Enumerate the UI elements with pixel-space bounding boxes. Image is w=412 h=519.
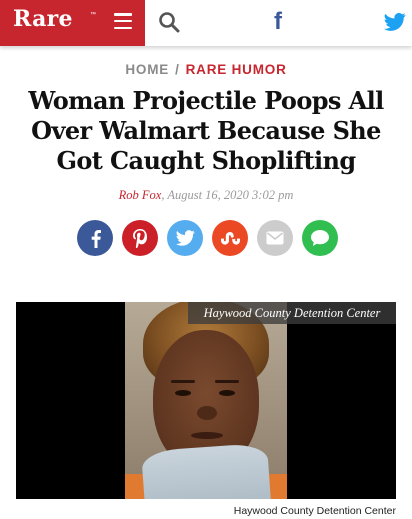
author-link[interactable]: Rob Fox xyxy=(119,188,162,202)
logo-trademark: ™ xyxy=(90,12,96,18)
image-caption-overlay: Haywood County Detention Center xyxy=(188,302,396,324)
facebook-share-button[interactable] xyxy=(77,220,113,256)
pinterest-share-button[interactable] xyxy=(122,220,158,256)
twitter-share-button[interactable] xyxy=(167,220,203,256)
facebook-icon xyxy=(91,230,101,248)
image-credit: Haywood County Detention Center xyxy=(233,505,396,517)
site-logo[interactable]: Rare xyxy=(13,6,73,32)
share-buttons xyxy=(77,220,338,256)
mugshot-photo xyxy=(125,302,287,499)
twitter-bird-icon[interactable] xyxy=(384,12,406,32)
email-share-button[interactable] xyxy=(257,220,293,256)
hamburger-menu-icon[interactable] xyxy=(114,13,132,29)
breadcrumb-separator: / xyxy=(175,62,180,77)
pinterest-icon xyxy=(133,229,147,248)
article-headline: Woman Projectile Poops All Over Walmart … xyxy=(28,86,384,175)
twitter-icon xyxy=(175,230,195,246)
search-icon[interactable] xyxy=(158,11,180,33)
breadcrumb-category-link[interactable]: RARE HUMOR xyxy=(186,62,287,77)
breadcrumb-home-link[interactable]: HOME xyxy=(125,62,169,77)
breadcrumb: HOME / RARE HUMOR xyxy=(0,62,412,77)
stumbleupon-share-button[interactable] xyxy=(212,220,248,256)
facebook-header-link[interactable]: f xyxy=(274,8,282,36)
sms-share-button[interactable] xyxy=(302,220,338,256)
article-image: Haywood County Detention Center xyxy=(16,302,396,499)
publish-date: , August 16, 2020 3:02 pm xyxy=(161,188,294,202)
email-icon xyxy=(266,231,284,245)
site-header: Rare ™ f xyxy=(0,0,412,46)
brand-block: Rare ™ xyxy=(0,0,145,46)
chat-bubble-icon xyxy=(311,230,329,246)
article-byline: Rob Fox, August 16, 2020 3:02 pm xyxy=(0,188,412,203)
stumbleupon-icon xyxy=(221,232,240,245)
